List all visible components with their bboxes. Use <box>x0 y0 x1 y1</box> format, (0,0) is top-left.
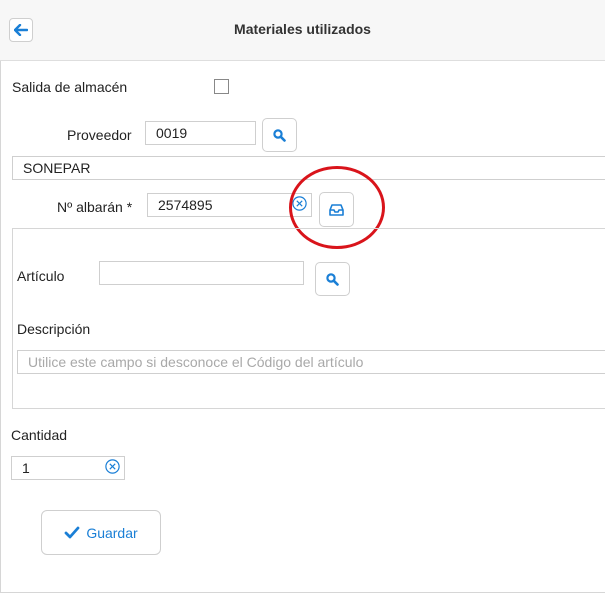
articulo-label: Artículo <box>17 268 65 284</box>
proveedor-label: Proveedor <box>67 127 132 143</box>
albaran-label: Nº albarán * <box>57 199 133 215</box>
salida-checkbox[interactable] <box>214 79 229 94</box>
cantidad-label: Cantidad <box>11 427 68 443</box>
articulo-input[interactable] <box>99 261 304 285</box>
descripcion-placeholder: Utilice este campo si desconoce el Códig… <box>28 354 364 370</box>
albaran-input[interactable] <box>147 193 312 217</box>
check-icon <box>64 526 80 539</box>
save-button[interactable]: Guardar <box>41 510 161 555</box>
articulo-panel <box>12 228 605 409</box>
header-bar: Materiales utilizados <box>0 0 605 61</box>
proveedor-name: SONEPAR <box>23 160 91 176</box>
search-icon <box>273 128 286 142</box>
descripcion-input[interactable]: Utilice este campo si desconoce el Códig… <box>17 350 605 374</box>
search-icon <box>326 272 339 286</box>
save-label: Guardar <box>86 524 138 541</box>
proveedor-search-button[interactable] <box>262 118 297 152</box>
page-title: Materiales utilizados <box>234 21 371 37</box>
clear-icon[interactable] <box>105 459 120 474</box>
articulo-search-button[interactable] <box>315 262 350 296</box>
descripcion-label: Descripción <box>17 321 91 337</box>
salida-label: Salida de almacén <box>12 79 128 95</box>
proveedor-input[interactable] <box>145 121 256 145</box>
